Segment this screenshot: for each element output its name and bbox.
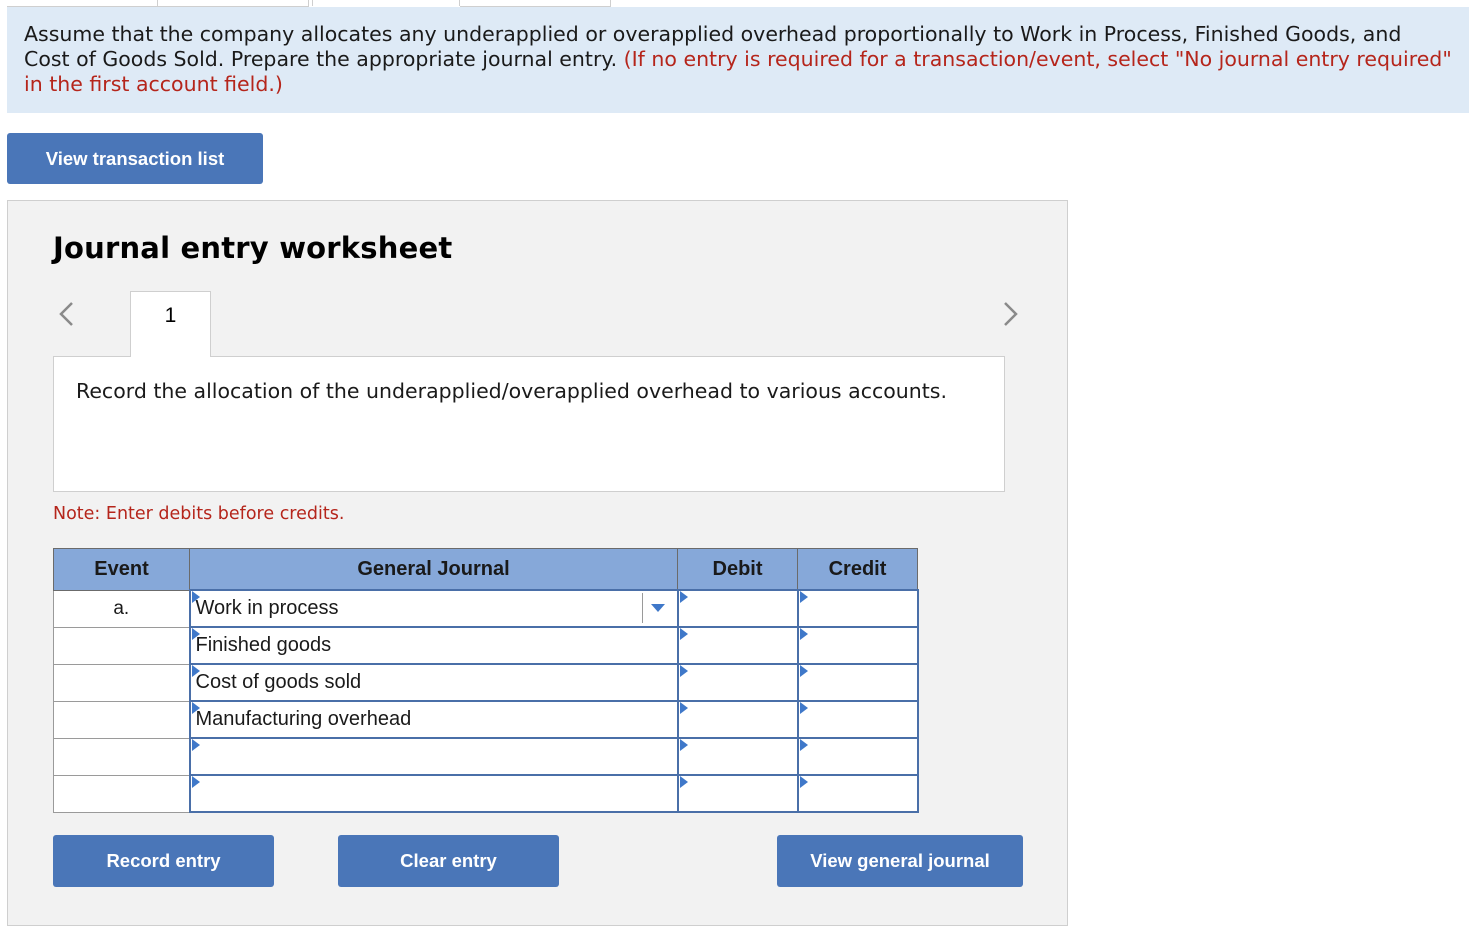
account-field[interactable]: Manufacturing overhead (191, 702, 676, 736)
debit-input[interactable] (676, 589, 799, 628)
view-transaction-list-button[interactable]: View transaction list (7, 133, 263, 184)
account-name: Finished goods (195, 634, 332, 656)
journal-header-row: Event General Journal Debit Credit (53, 548, 918, 591)
account-select[interactable]: Manufacturing overhead (188, 700, 679, 739)
journal-table: Event General Journal Debit Credit a. Wo… (53, 548, 919, 813)
header-event: Event (53, 548, 190, 591)
debit-credit-note: Note: Enter debits before credits. (53, 504, 345, 524)
event-cell (53, 700, 190, 739)
entry-marker-icon (799, 739, 808, 751)
debit-input[interactable] (676, 700, 799, 739)
previous-step-button[interactable] (53, 299, 79, 329)
entry-marker-icon (679, 628, 688, 640)
credit-input[interactable] (796, 626, 919, 665)
entry-marker-icon (679, 702, 688, 714)
dropdown-arrow-icon (650, 604, 665, 612)
account-name: Cost of goods sold (195, 671, 362, 693)
chevron-right-icon (1004, 302, 1018, 326)
journal-row: a. Work in process (53, 589, 919, 628)
account-select[interactable] (188, 737, 679, 776)
credit-input[interactable] (796, 663, 919, 702)
header-credit: Credit (797, 548, 918, 591)
instructions-panel: Assume that the company allocates any un… (7, 7, 1469, 113)
debit-input[interactable] (676, 737, 799, 776)
question-tab[interactable] (460, 0, 611, 7)
question-tab[interactable] (158, 0, 309, 7)
account-select[interactable]: Cost of goods sold (188, 663, 679, 702)
step-description: Record the allocation of the underapplie… (53, 356, 1005, 492)
credit-field[interactable] (799, 665, 916, 699)
credit-field[interactable] (799, 591, 916, 625)
worksheet-title: Journal entry worksheet (53, 231, 453, 265)
entry-marker-icon (679, 739, 688, 751)
entry-marker-icon (191, 665, 200, 677)
journal-row (53, 774, 919, 813)
clear-entry-button[interactable]: Clear entry (338, 835, 559, 887)
account-select[interactable]: Work in process (188, 589, 679, 628)
debit-field[interactable] (679, 739, 796, 773)
event-cell (53, 663, 190, 702)
event-cell: a. (53, 589, 190, 628)
journal-row: Finished goods (53, 626, 919, 665)
journal-row: Cost of goods sold (53, 663, 919, 702)
entry-marker-icon (191, 739, 200, 751)
entry-marker-icon (679, 665, 688, 677)
account-select[interactable] (188, 774, 679, 813)
header-general-journal: General Journal (189, 548, 678, 591)
event-cell (53, 626, 190, 665)
header-debit: Debit (677, 548, 798, 591)
account-field[interactable]: Finished goods (191, 628, 676, 662)
account-field[interactable]: Work in process (191, 591, 676, 625)
credit-input[interactable] (796, 737, 919, 776)
account-field[interactable]: Cost of goods sold (191, 665, 676, 699)
entry-marker-icon (799, 776, 808, 788)
chevron-left-icon (59, 302, 73, 326)
credit-input[interactable] (796, 700, 919, 739)
debit-field[interactable] (679, 591, 796, 625)
question-tab-active[interactable] (312, 0, 460, 6)
view-general-journal-button[interactable]: View general journal (777, 835, 1023, 887)
credit-field[interactable] (799, 628, 916, 662)
journal-row: Manufacturing overhead (53, 700, 919, 739)
entry-marker-icon (799, 702, 808, 714)
debit-field[interactable] (679, 776, 796, 810)
question-tabs (0, 0, 1469, 7)
record-entry-button[interactable]: Record entry (53, 835, 274, 887)
entry-marker-icon (679, 591, 688, 603)
next-step-button[interactable] (998, 299, 1024, 329)
entry-marker-icon (799, 665, 808, 677)
entry-marker-icon (191, 702, 200, 714)
debit-input[interactable] (676, 626, 799, 665)
debit-field[interactable] (679, 665, 796, 699)
entry-marker-icon (191, 591, 200, 603)
step-tab-1[interactable]: 1 (130, 291, 211, 357)
credit-input[interactable] (796, 589, 919, 628)
journal-row (53, 737, 919, 776)
entry-marker-icon (679, 776, 688, 788)
debit-input[interactable] (676, 663, 799, 702)
credit-field[interactable] (799, 776, 916, 810)
step-description-text: Record the allocation of the underapplie… (76, 379, 947, 403)
entry-marker-icon (191, 776, 200, 788)
credit-input[interactable] (796, 774, 919, 813)
question-tab[interactable] (7, 0, 158, 7)
entry-marker-icon (799, 628, 808, 640)
journal-entry-worksheet: Journal entry worksheet 1 Record the all… (7, 200, 1068, 926)
debit-input[interactable] (676, 774, 799, 813)
event-cell (53, 737, 190, 776)
entry-marker-icon (191, 628, 200, 640)
account-dropdown-button[interactable] (641, 593, 673, 623)
debit-field[interactable] (679, 628, 796, 662)
account-field[interactable] (191, 776, 676, 810)
debit-field[interactable] (679, 702, 796, 736)
account-name: Work in process (195, 597, 339, 619)
credit-field[interactable] (799, 739, 916, 773)
account-name: Manufacturing overhead (195, 708, 412, 730)
event-cell (53, 774, 190, 813)
credit-field[interactable] (799, 702, 916, 736)
account-select[interactable]: Finished goods (188, 626, 679, 665)
account-field[interactable] (191, 739, 676, 773)
entry-marker-icon (799, 591, 808, 603)
